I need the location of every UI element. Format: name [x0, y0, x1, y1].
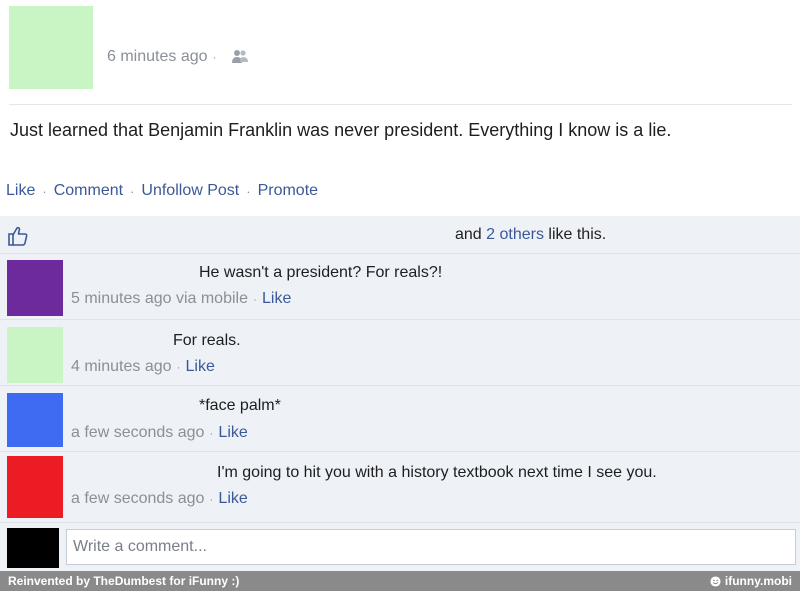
viewer-avatar: [7, 528, 59, 568]
unfollow-post-link[interactable]: Unfollow Post: [141, 182, 239, 200]
comment-text: For reals.: [173, 332, 241, 349]
post-actions: Like · Comment · Unfollow Post · Promote: [0, 175, 800, 207]
likes-text: and 2 others like this.: [455, 226, 606, 244]
comment-like-link[interactable]: Like: [218, 490, 247, 507]
comment-timestamp[interactable]: a few seconds ago: [71, 424, 204, 441]
friends-icon[interactable]: [230, 48, 250, 66]
comment-like-link[interactable]: Like: [186, 358, 215, 375]
meta-separator: ·: [209, 492, 214, 506]
comment-meta: a few seconds ago · Like: [71, 490, 248, 508]
post-text: Just learned that Benjamin Franklin was …: [10, 120, 672, 140]
comment-avatar[interactable]: [7, 327, 63, 383]
post-meta: 6 minutes ago ·: [107, 48, 250, 66]
write-comment-input[interactable]: [66, 529, 796, 565]
action-separator: ·: [246, 183, 251, 199]
comment-avatar[interactable]: [7, 260, 63, 316]
post-divider: [9, 104, 792, 105]
comment-meta: a few seconds ago · Like: [71, 424, 248, 442]
post-author-avatar[interactable]: [9, 6, 93, 89]
comment-like-link[interactable]: Like: [262, 290, 291, 307]
comment: He wasn't a president? For reals?! 5 min…: [0, 254, 800, 320]
smiley-icon: [710, 575, 721, 587]
meta-separator: ·: [176, 360, 181, 374]
comment-avatar[interactable]: [7, 393, 63, 447]
post-timestamp[interactable]: 6 minutes ago: [107, 48, 208, 66]
likes-prefix: and: [455, 226, 487, 243]
thumbs-up-icon: [8, 226, 28, 246]
footer-credit: Reinvented by TheDumbest for iFunny :): [8, 574, 240, 588]
comment-like-link[interactable]: Like: [218, 424, 247, 441]
action-separator: ·: [130, 183, 135, 199]
comment-link[interactable]: Comment: [54, 182, 123, 200]
comment-text: He wasn't a president? For reals?!: [199, 264, 443, 281]
comment-meta: 5 minutes ago via mobile · Like: [71, 290, 291, 308]
comment: *face palm* a few seconds ago · Like: [0, 386, 800, 452]
meta-separator: ·: [209, 426, 214, 440]
comment-text: *face palm*: [199, 397, 281, 414]
comment-composer: [0, 523, 800, 571]
action-separator: ·: [42, 183, 47, 199]
meta-separator: ·: [252, 292, 257, 306]
comment-text: I'm going to hit you with a history text…: [217, 464, 657, 481]
ifunny-footer: Reinvented by TheDumbest for iFunny :) i…: [0, 571, 800, 591]
comment: I'm going to hit you with a history text…: [0, 452, 800, 523]
footer-brand: ifunny.mobi: [710, 574, 792, 588]
comment-timestamp[interactable]: a few seconds ago: [71, 490, 204, 507]
footer-site: ifunny.mobi: [724, 574, 792, 588]
comment-timestamp[interactable]: 4 minutes ago: [71, 358, 172, 375]
likes-summary: and 2 others like this.: [0, 216, 800, 254]
comment-timestamp[interactable]: 5 minutes ago via mobile: [71, 290, 248, 307]
comment-meta: 4 minutes ago · Like: [71, 358, 215, 376]
likes-suffix: like this.: [543, 226, 607, 243]
comment: For reals. 4 minutes ago · Like: [0, 320, 800, 386]
meta-separator: ·: [212, 50, 217, 64]
like-link[interactable]: Like: [6, 182, 35, 200]
likes-others-link[interactable]: 2 others: [486, 226, 544, 243]
promote-link[interactable]: Promote: [258, 182, 318, 200]
comment-avatar[interactable]: [7, 456, 63, 518]
